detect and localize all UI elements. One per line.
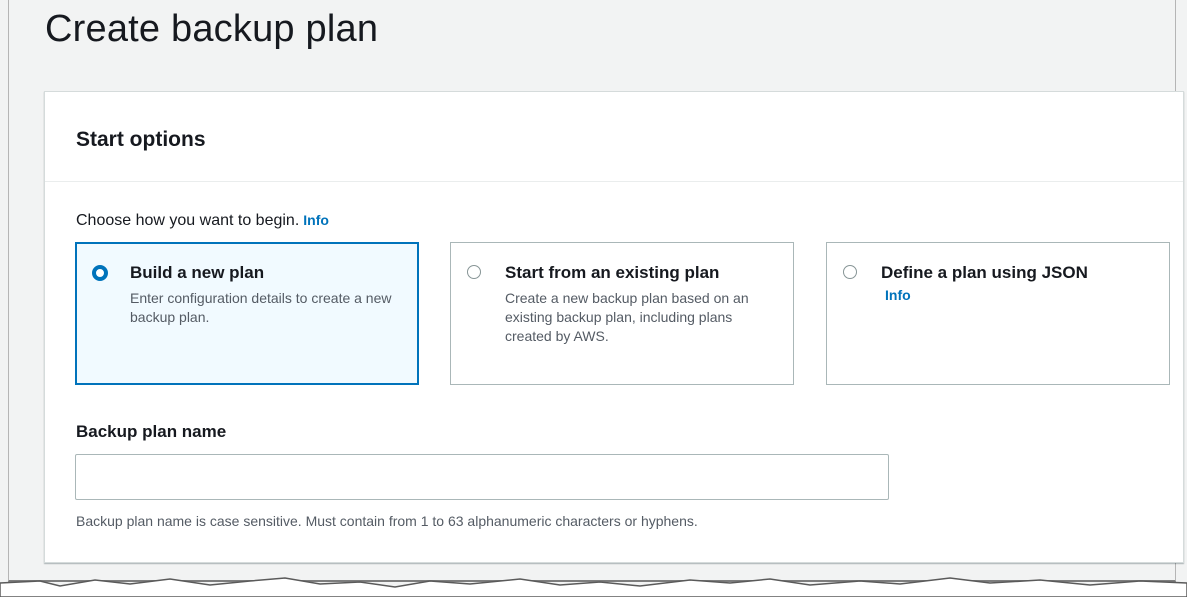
start-prompt-text: Choose how you want to begin. [76,212,300,229]
option-label: Build a new plan [130,263,265,282]
option-description: Create a new backup plan based on an exi… [505,290,749,344]
option-description: Enter configuration details to create a … [130,290,392,325]
json-info-link[interactable]: Info [885,287,911,303]
start-prompt-info-link[interactable]: Info [303,212,329,228]
plan-name-input[interactable] [75,454,889,500]
option-label: Define a plan using JSON [881,263,1088,282]
option-start-from-existing-plan[interactable]: Start from an existing plan Create a new… [450,242,794,385]
option-label: Start from an existing plan [505,263,720,282]
option-label-wrapper: Define a plan using JSON Info [881,262,1111,306]
radio-start-from-existing-plan[interactable] [467,265,481,279]
radio-define-plan-json[interactable] [843,265,857,279]
option-define-plan-json[interactable]: Define a plan using JSON Info [826,242,1170,385]
torn-edge-decoration [0,577,1187,597]
panel-title: Start options [76,128,206,151]
start-prompt: Choose how you want to begin. Info [76,212,329,230]
page-title: Create backup plan [45,8,379,50]
plan-name-label: Backup plan name [76,422,227,441]
option-build-new-plan[interactable]: Build a new plan Enter configuration det… [75,242,419,385]
plan-name-constraint: Backup plan name is case sensitive. Must… [76,513,698,529]
radio-build-new-plan[interactable] [92,265,108,281]
start-options-panel: Start options Choose how you want to beg… [44,91,1184,563]
panel-header: Start options [45,92,1183,182]
